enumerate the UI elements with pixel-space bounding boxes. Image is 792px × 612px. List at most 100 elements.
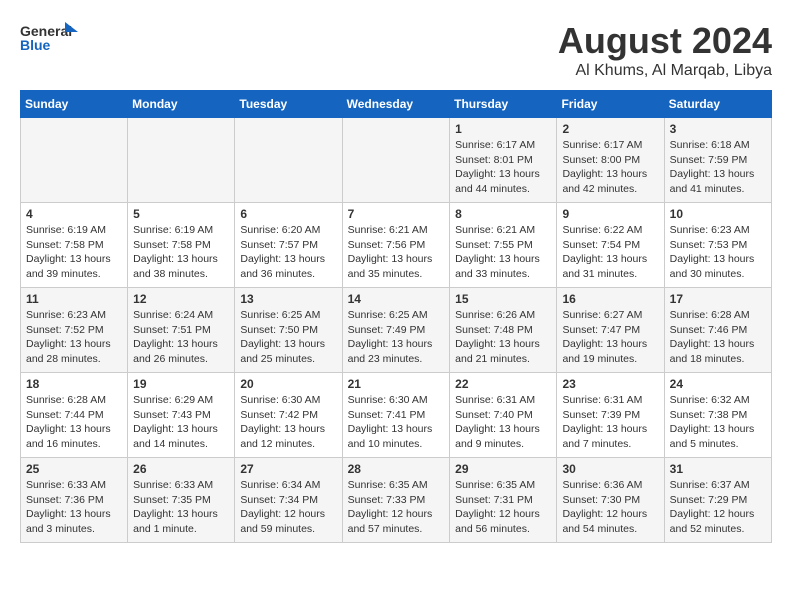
main-title: August 2024 — [558, 20, 772, 62]
day-number: 28 — [348, 462, 445, 476]
day-info: Sunrise: 6:29 AM Sunset: 7:43 PM Dayligh… — [133, 393, 229, 452]
day-info: Sunrise: 6:23 AM Sunset: 7:53 PM Dayligh… — [670, 223, 766, 282]
calendar-day: 19Sunrise: 6:29 AM Sunset: 7:43 PM Dayli… — [128, 373, 235, 458]
day-number: 4 — [26, 207, 122, 221]
calendar-table: SundayMondayTuesdayWednesdayThursdayFrid… — [20, 90, 772, 543]
calendar-header-friday: Friday — [557, 91, 664, 118]
day-number: 20 — [240, 377, 336, 391]
day-info: Sunrise: 6:32 AM Sunset: 7:38 PM Dayligh… — [670, 393, 766, 452]
day-info: Sunrise: 6:33 AM Sunset: 7:35 PM Dayligh… — [133, 478, 229, 537]
calendar-header-monday: Monday — [128, 91, 235, 118]
calendar-day: 29Sunrise: 6:35 AM Sunset: 7:31 PM Dayli… — [450, 458, 557, 543]
calendar-day: 6Sunrise: 6:20 AM Sunset: 7:57 PM Daylig… — [235, 203, 342, 288]
calendar-day: 16 Sunrise: 6:27 AM Sunset: 7:47 PM Dayli… — [557, 288, 664, 373]
calendar-day — [235, 118, 342, 203]
day-info: Sunrise: 6:22 AM Sunset: 7:54 PM Dayligh… — [562, 223, 658, 282]
calendar-header-saturday: Saturday — [664, 91, 771, 118]
day-info: Sunrise: 6:19 AM Sunset: 7:58 PM Dayligh… — [26, 223, 122, 282]
day-number: 16 — [562, 292, 658, 306]
day-info: Sunrise: 6:28 AM Sunset: 7:46 PM Dayligh… — [670, 308, 766, 367]
logo: GeneralBlue — [20, 20, 80, 60]
calendar-week-4: 18 Sunrise: 6:28 AM Sunset: 7:44 PM Dayli… — [21, 373, 772, 458]
day-info: Sunrise: 6:31 AM Sunset: 7:39 PM Dayligh… — [562, 393, 658, 452]
calendar-day: 9 Sunrise: 6:22 AM Sunset: 7:54 PM Daylig… — [557, 203, 664, 288]
calendar-header-wednesday: Wednesday — [342, 91, 450, 118]
calendar-day — [21, 118, 128, 203]
day-number: 14 — [348, 292, 445, 306]
day-info: Sunrise: 6:31 AM Sunset: 7:40 PM Dayligh… — [455, 393, 551, 452]
calendar-day: 14Sunrise: 6:25 AM Sunset: 7:49 PM Dayli… — [342, 288, 450, 373]
calendar-day: 5 Sunrise: 6:19 AM Sunset: 7:58 PM Daylig… — [128, 203, 235, 288]
day-info: Sunrise: 6:19 AM Sunset: 7:58 PM Dayligh… — [133, 223, 229, 282]
day-info: Sunrise: 6:30 AM Sunset: 7:41 PM Dayligh… — [348, 393, 445, 452]
day-info: Sunrise: 6:36 AM Sunset: 7:30 PM Dayligh… — [562, 478, 658, 537]
calendar-day — [128, 118, 235, 203]
day-number: 6 — [240, 207, 336, 221]
day-number: 25 — [26, 462, 122, 476]
calendar-week-1: 1 Sunrise: 6:17 AM Sunset: 8:01 PM Daylig… — [21, 118, 772, 203]
day-number: 7 — [348, 207, 445, 221]
day-number: 11 — [26, 292, 122, 306]
calendar-day: 11 Sunrise: 6:23 AM Sunset: 7:52 PM Dayli… — [21, 288, 128, 373]
day-info: Sunrise: 6:27 AM Sunset: 7:47 PM Dayligh… — [562, 308, 658, 367]
calendar-day: 13Sunrise: 6:25 AM Sunset: 7:50 PM Dayli… — [235, 288, 342, 373]
calendar-day — [342, 118, 450, 203]
day-info: Sunrise: 6:17 AM Sunset: 8:00 PM Dayligh… — [562, 138, 658, 197]
day-info: Sunrise: 6:35 AM Sunset: 7:31 PM Dayligh… — [455, 478, 551, 537]
day-number: 9 — [562, 207, 658, 221]
svg-text:Blue: Blue — [20, 37, 51, 53]
calendar-header-sunday: Sunday — [21, 91, 128, 118]
day-number: 18 — [26, 377, 122, 391]
calendar-header-row: SundayMondayTuesdayWednesdayThursdayFrid… — [21, 91, 772, 118]
calendar-day: 20Sunrise: 6:30 AM Sunset: 7:42 PM Dayli… — [235, 373, 342, 458]
day-info: Sunrise: 6:17 AM Sunset: 8:01 PM Dayligh… — [455, 138, 551, 197]
day-info: Sunrise: 6:21 AM Sunset: 7:56 PM Dayligh… — [348, 223, 445, 282]
calendar-day: 31 Sunrise: 6:37 AM Sunset: 7:29 PM Dayli… — [664, 458, 771, 543]
day-info: Sunrise: 6:26 AM Sunset: 7:48 PM Dayligh… — [455, 308, 551, 367]
day-info: Sunrise: 6:18 AM Sunset: 7:59 PM Dayligh… — [670, 138, 766, 197]
day-number: 26 — [133, 462, 229, 476]
day-number: 10 — [670, 207, 766, 221]
day-number: 24 — [670, 377, 766, 391]
day-number: 13 — [240, 292, 336, 306]
day-info: Sunrise: 6:34 AM Sunset: 7:34 PM Dayligh… — [240, 478, 336, 537]
day-number: 22 — [455, 377, 551, 391]
logo-svg: GeneralBlue — [20, 20, 80, 60]
day-number: 17 — [670, 292, 766, 306]
day-number: 12 — [133, 292, 229, 306]
day-number: 1 — [455, 122, 551, 136]
day-number: 15 — [455, 292, 551, 306]
day-info: Sunrise: 6:37 AM Sunset: 7:29 PM Dayligh… — [670, 478, 766, 537]
day-info: Sunrise: 6:28 AM Sunset: 7:44 PM Dayligh… — [26, 393, 122, 452]
day-number: 2 — [562, 122, 658, 136]
day-info: Sunrise: 6:23 AM Sunset: 7:52 PM Dayligh… — [26, 308, 122, 367]
day-number: 8 — [455, 207, 551, 221]
calendar-day: 1 Sunrise: 6:17 AM Sunset: 8:01 PM Daylig… — [450, 118, 557, 203]
calendar-day: 28 Sunrise: 6:35 AM Sunset: 7:33 PM Dayli… — [342, 458, 450, 543]
calendar-day: 2 Sunrise: 6:17 AM Sunset: 8:00 PM Daylig… — [557, 118, 664, 203]
day-info: Sunrise: 6:33 AM Sunset: 7:36 PM Dayligh… — [26, 478, 122, 537]
calendar-day: 10 Sunrise: 6:23 AM Sunset: 7:53 PM Dayli… — [664, 203, 771, 288]
day-number: 23 — [562, 377, 658, 391]
calendar-day: 26 Sunrise: 6:33 AM Sunset: 7:35 PM Dayli… — [128, 458, 235, 543]
calendar-day: 8 Sunrise: 6:21 AM Sunset: 7:55 PM Daylig… — [450, 203, 557, 288]
calendar-header-tuesday: Tuesday — [235, 91, 342, 118]
calendar-day: 24 Sunrise: 6:32 AM Sunset: 7:38 PM Dayli… — [664, 373, 771, 458]
day-info: Sunrise: 6:24 AM Sunset: 7:51 PM Dayligh… — [133, 308, 229, 367]
calendar-week-3: 11 Sunrise: 6:23 AM Sunset: 7:52 PM Dayli… — [21, 288, 772, 373]
calendar-day: 7 Sunrise: 6:21 AM Sunset: 7:56 PM Daylig… — [342, 203, 450, 288]
day-info: Sunrise: 6:35 AM Sunset: 7:33 PM Dayligh… — [348, 478, 445, 537]
calendar-day: 17 Sunrise: 6:28 AM Sunset: 7:46 PM Dayli… — [664, 288, 771, 373]
calendar-day: 3Sunrise: 6:18 AM Sunset: 7:59 PM Daylig… — [664, 118, 771, 203]
day-number: 30 — [562, 462, 658, 476]
calendar-day: 23 Sunrise: 6:31 AM Sunset: 7:39 PM Dayli… — [557, 373, 664, 458]
day-number: 27 — [240, 462, 336, 476]
calendar-week-5: 25 Sunrise: 6:33 AM Sunset: 7:36 PM Dayli… — [21, 458, 772, 543]
calendar-day: 30 Sunrise: 6:36 AM Sunset: 7:30 PM Dayli… — [557, 458, 664, 543]
calendar-day: 12 Sunrise: 6:24 AM Sunset: 7:51 PM Dayli… — [128, 288, 235, 373]
day-number: 5 — [133, 207, 229, 221]
day-number: 31 — [670, 462, 766, 476]
calendar-day: 22 Sunrise: 6:31 AM Sunset: 7:40 PM Dayli… — [450, 373, 557, 458]
day-info: Sunrise: 6:21 AM Sunset: 7:55 PM Dayligh… — [455, 223, 551, 282]
day-number: 21 — [348, 377, 445, 391]
